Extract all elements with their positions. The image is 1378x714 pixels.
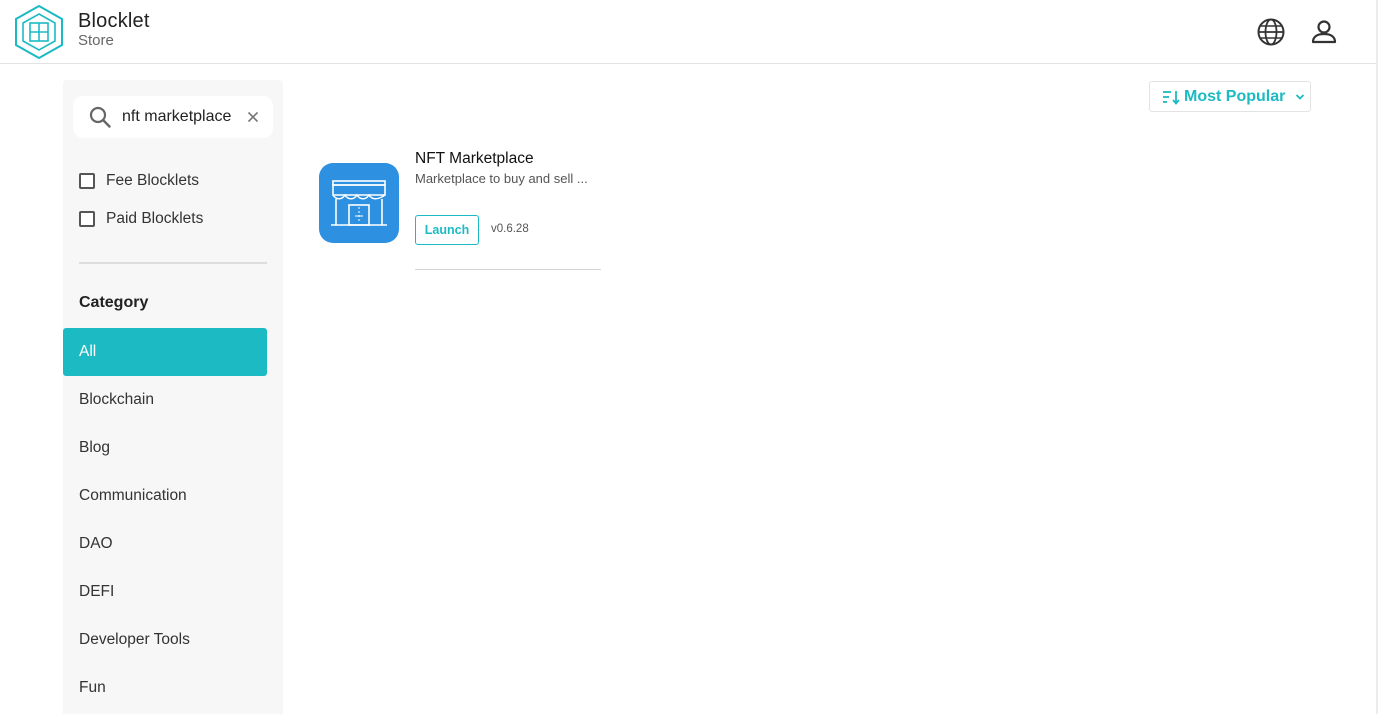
app-icon[interactable]	[319, 163, 399, 243]
blocklet-logo-icon[interactable]	[12, 5, 66, 59]
app-title[interactable]: NFT Marketplace	[415, 150, 534, 168]
category-item-defi[interactable]: DEFI	[63, 568, 267, 616]
sort-dropdown[interactable]: Most Popular	[1149, 81, 1311, 112]
filter-fee-blocklets[interactable]: Fee Blocklets	[79, 170, 199, 192]
fee-blocklets-checkbox[interactable]	[79, 173, 95, 189]
card-divider	[415, 269, 601, 270]
result-card: NFT Marketplace Marketplace to buy and s…	[319, 150, 619, 272]
filter-paid-blocklets[interactable]: Paid Blocklets	[79, 208, 203, 230]
search-icon	[89, 106, 111, 128]
category-item-fun[interactable]: Fun	[63, 664, 267, 712]
brand-name: Blocklet	[78, 10, 150, 32]
sidebar-divider	[79, 262, 267, 264]
category-item-blog[interactable]: Blog	[63, 424, 267, 472]
chevron-down-icon	[1296, 93, 1305, 100]
app-version: v0.6.28	[491, 223, 529, 235]
category-item-blockchain[interactable]: Blockchain	[63, 376, 267, 424]
category-item-dao[interactable]: DAO	[63, 520, 267, 568]
app-description: Marketplace to buy and sell ...	[415, 171, 588, 186]
storefront-icon	[331, 180, 387, 226]
sort-icon	[1163, 90, 1180, 105]
user-icon[interactable]	[1309, 17, 1339, 47]
search-box	[73, 96, 273, 138]
category-item-developer-tools[interactable]: Developer Tools	[63, 616, 267, 664]
sort-label: Most Popular	[1184, 87, 1286, 105]
category-heading: Category	[79, 294, 149, 311]
clear-search-icon[interactable]	[245, 109, 261, 125]
brand-subtitle: Store	[78, 32, 114, 49]
fee-blocklets-label: Fee Blocklets	[106, 172, 200, 189]
paid-blocklets-label: Paid Blocklets	[106, 210, 204, 227]
category-item-all[interactable]: All	[63, 328, 267, 376]
category-item-communication[interactable]: Communication	[63, 472, 267, 520]
paid-blocklets-checkbox[interactable]	[79, 211, 95, 227]
search-input[interactable]	[122, 105, 244, 129]
app-header: Blocklet Store	[0, 0, 1378, 64]
category-list: All Blockchain Blog Communication DAO DE…	[63, 328, 267, 712]
filter-sidebar: Fee Blocklets Paid Blocklets Category Al…	[63, 80, 283, 714]
launch-button[interactable]: Launch	[415, 215, 479, 245]
globe-icon[interactable]	[1256, 17, 1286, 47]
